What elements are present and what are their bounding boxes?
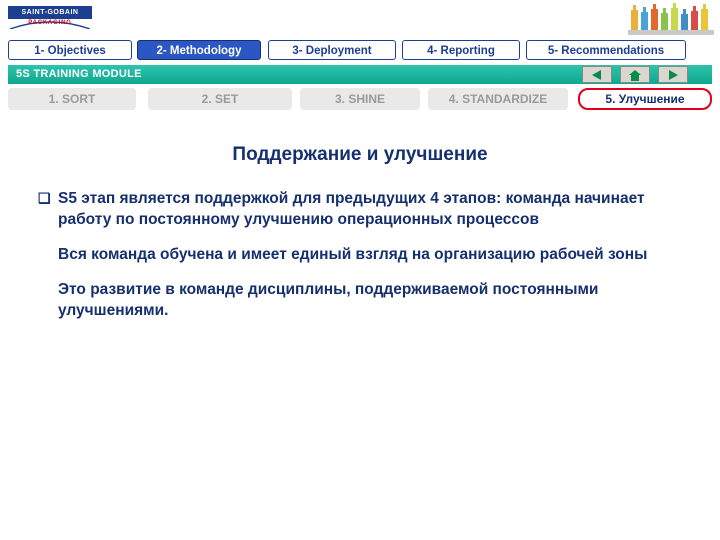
bottles-decoration-icon [628,3,714,35]
tab-methodology[interactable]: 2- Methodology [137,40,261,60]
next-slide-button[interactable] [658,66,688,83]
step-set[interactable]: 2. SET [148,88,292,110]
step-shine[interactable]: 3. SHINE [300,88,420,110]
list-item: ❑ S5 этап является поддержкой для предыд… [34,188,694,230]
list-item-text: S5 этап является поддержкой для предыдущ… [58,190,645,228]
main-navigation-tabs: 1- Objectives 2- Methodology 3- Deployme… [0,40,720,62]
tab-objectives[interactable]: 1- Objectives [8,40,132,60]
slide-bullet-list: ❑ S5 этап является поддержкой для предыд… [34,188,694,335]
logo-division-text: PACKAGING [28,20,72,26]
step-standardize[interactable]: 4. STANDARDIZE [428,88,568,110]
previous-slide-button[interactable] [582,66,612,83]
list-item: Это развитие в команде дисциплины, подде… [34,279,694,321]
tab-reporting[interactable]: 4- Reporting [402,40,520,60]
home-icon [629,70,641,81]
list-item-text: Это развитие в команде дисциплины, подде… [58,281,599,319]
previous-triangle-icon [592,70,601,80]
tab-recommendations[interactable]: 5- Recommendations [526,40,686,60]
module-title: 5S TRAINING MODULE [16,68,142,80]
home-button[interactable] [620,66,650,83]
list-item-text: Вся команда обучена и имеет единый взгля… [58,246,648,263]
next-triangle-icon [669,70,678,80]
tab-deployment[interactable]: 3- Deployment [268,40,396,60]
step-improvement[interactable]: 5. Улучшение [578,88,712,110]
step-sort[interactable]: 1. SORT [8,88,136,110]
saint-gobain-logo: SAINT-GOBAIN PACKAGING [8,4,92,32]
five-s-steps-row: 1. SORT 2. SET 3. SHINE 4. STANDARDIZE 5… [0,88,720,112]
bullet-marker-icon: ❑ [38,190,51,206]
logo-brand-text: SAINT-GOBAIN [8,6,92,19]
list-item: Вся команда обучена и имеет единый взгля… [34,244,694,265]
slide-title: Поддержание и улучшение [232,144,488,165]
module-title-band: 5S TRAINING MODULE [8,65,712,84]
